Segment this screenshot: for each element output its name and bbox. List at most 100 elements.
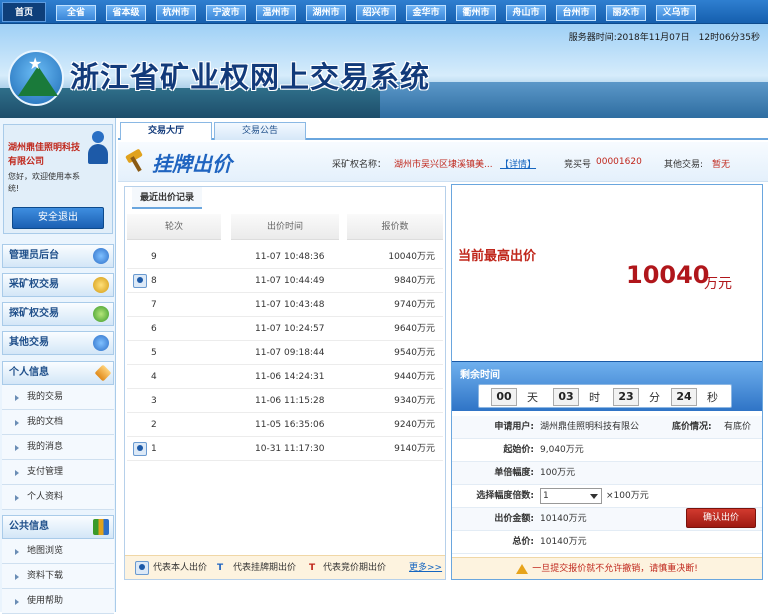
home-tab[interactable]: 首页 xyxy=(2,2,46,22)
region-btn-all[interactable]: 全省 xyxy=(56,5,96,21)
round-cell: 7 xyxy=(151,300,157,310)
chevron-down-icon xyxy=(590,494,598,499)
sidebar-public-label: 公共信息 xyxy=(9,521,49,532)
sidebar-exploration-rights[interactable]: 探矿权交易 xyxy=(2,302,114,326)
countdown-hours: 03 xyxy=(553,388,579,406)
region-btn-yiwu[interactable]: 义乌市 xyxy=(656,5,696,21)
time-cell: 11-07 09:18:44 xyxy=(255,348,325,358)
multiple-select[interactable]: 1 xyxy=(540,488,602,504)
sidebar-item-my-trades[interactable]: 我的交易 xyxy=(2,385,114,410)
bid-number: 00001620 xyxy=(596,157,642,167)
warning-icon xyxy=(516,563,529,574)
sidebar-exploration-label: 探矿权交易 xyxy=(9,308,59,319)
seconds-unit: 秒 xyxy=(707,391,718,404)
sidebar-item-my-documents[interactable]: 我的文档 xyxy=(2,410,114,435)
sidebar-item-profile[interactable]: 个人资料 xyxy=(2,485,114,510)
region-btn-huzhou[interactable]: 湖州市 xyxy=(306,5,346,21)
region-btn-shaoxing[interactable]: 绍兴市 xyxy=(356,5,396,21)
time-cell: 11-07 10:43:48 xyxy=(255,300,325,310)
price-cell: 10040万元 xyxy=(388,252,435,262)
more-link[interactable]: 更多>> xyxy=(409,556,442,580)
table-row: 3 11-06 11:15:28 9340万元 xyxy=(127,389,443,413)
round-cell: 2 xyxy=(151,420,157,430)
table-row: 6 11-07 10:24:57 9640万元 xyxy=(127,317,443,341)
bid-records-panel: 最近出价记录 轮次 出价时间 报价数 9 11-07 10:48:36 10040万… xyxy=(124,186,446,580)
round-cell: 8 xyxy=(151,276,157,286)
round-cell: 3 xyxy=(151,396,157,406)
sidebar-other-trades[interactable]: 其他交易 xyxy=(2,331,114,355)
sidebar-mining-label: 采矿权交易 xyxy=(9,279,59,290)
col-round: 轮次 xyxy=(127,214,221,240)
sidebar: 湖州鼎佳照明科技有限公司 您好，欢迎使用本系统! 安全退出 管理员后台 采矿权交… xyxy=(0,118,116,614)
region-btn-hangzhou[interactable]: 杭州市 xyxy=(156,5,196,21)
diamond-icon xyxy=(94,364,112,382)
price-cell: 9140万元 xyxy=(394,444,435,454)
top-nav-bar: 首页 全省 省本级 杭州市 宁波市 温州市 湖州市 绍兴市 金华市 衢州市 舟山… xyxy=(0,0,768,24)
round-cell: 9 xyxy=(151,252,157,262)
sidebar-public-info[interactable]: 公共信息 xyxy=(2,515,114,539)
legend-self: 代表本人出价 xyxy=(153,563,208,573)
round-cell: 6 xyxy=(151,324,157,334)
legend-auction: 代表竞价期出价 xyxy=(323,563,387,573)
tab-recent-bids[interactable]: 最近出价记录 xyxy=(132,187,202,209)
sidebar-item-downloads[interactable]: 资料下载 xyxy=(2,564,114,589)
multiple-label: 选择幅度倍数: xyxy=(476,491,534,501)
region-btn-jinhua[interactable]: 金华市 xyxy=(406,5,446,21)
table-row: 8 11-07 10:44:49 9840万元 xyxy=(127,269,443,293)
region-btn-ningbo[interactable]: 宁波市 xyxy=(206,5,246,21)
region-btn-quzhou[interactable]: 衢州市 xyxy=(456,5,496,21)
tab-trading-hall[interactable]: 交易大厅 xyxy=(120,122,212,140)
banner: ★ 浙江省矿业权网上交易系统 服务器时间:2018年11月07日 12时06分3… xyxy=(0,24,768,118)
remaining-time-bar: 剩余时间 00 天 03 时 23 分 24 秒 xyxy=(452,361,762,411)
sidebar-item-payment[interactable]: 支付管理 xyxy=(2,460,114,485)
table-row: 1 10-31 11:17:30 9140万元 xyxy=(127,437,443,461)
multiple-select-value: 1 xyxy=(543,491,549,501)
time-cell: 11-07 10:48:36 xyxy=(255,252,325,262)
step-value: 100万元 xyxy=(540,468,576,478)
applicant-label: 申请用户: xyxy=(494,422,534,432)
sidebar-admin[interactable]: 管理员后台 xyxy=(2,244,114,268)
self-bid-icon xyxy=(133,442,147,456)
amount-label: 出价金额: xyxy=(494,514,534,524)
legend-listing: 代表挂牌期出价 xyxy=(233,563,297,573)
highest-bid-unit: 万元 xyxy=(704,276,732,292)
search-icon xyxy=(93,248,109,264)
tab-announcements[interactable]: 交易公告 xyxy=(214,122,306,140)
bid-number-label: 竞买号 xyxy=(564,160,592,170)
server-time: 服务器时间:2018年11月07日 12时06分35秒 xyxy=(568,33,760,43)
sidebar-item-map[interactable]: 地图浏览 xyxy=(2,539,114,564)
region-btn-wenzhou[interactable]: 温州市 xyxy=(256,5,296,21)
region-btn-taizhou[interactable]: 台州市 xyxy=(556,5,596,21)
sidebar-personal-info[interactable]: 个人信息 xyxy=(2,361,114,385)
price-cell: 9540万元 xyxy=(394,348,435,358)
days-unit: 天 xyxy=(527,391,538,404)
applicant-name: 湖州鼎佳照明科技有限公 xyxy=(540,422,640,432)
detail-link[interactable]: 【详情】 xyxy=(500,157,536,170)
mine-name: 湖州市吴兴区埭溪镇美... xyxy=(394,160,493,170)
site-logo: ★ xyxy=(8,50,64,106)
sidebar-item-my-messages[interactable]: 我的消息 xyxy=(2,435,114,460)
applicant-row: 申请用户: 湖州鼎佳照明科技有限公 底价情况: 有底价 xyxy=(452,416,762,439)
minutes-unit: 分 xyxy=(649,391,660,404)
price-cell: 9740万元 xyxy=(394,300,435,310)
user-avatar-icon xyxy=(86,131,110,165)
region-btn-zhoushan[interactable]: 舟山市 xyxy=(506,5,546,21)
globe-search-icon xyxy=(93,306,109,322)
listing-title: 挂牌出价 xyxy=(152,152,232,176)
main-tabs: 交易大厅 交易公告 xyxy=(118,120,768,140)
time-cell: 11-07 10:24:57 xyxy=(255,324,325,334)
countdown-seconds: 24 xyxy=(671,388,697,406)
confirm-bid-button[interactable]: 确认出价 xyxy=(686,508,756,528)
time-cell: 11-06 11:15:28 xyxy=(255,396,325,406)
legend-auction-mark: T xyxy=(309,563,316,573)
price-cell: 9440万元 xyxy=(394,372,435,382)
price-cell: 9240万元 xyxy=(394,420,435,430)
logout-button[interactable]: 安全退出 xyxy=(12,207,104,229)
sidebar-mining-rights[interactable]: 采矿权交易 xyxy=(2,273,114,297)
region-btn-lishui[interactable]: 丽水市 xyxy=(606,5,646,21)
round-cell: 4 xyxy=(151,372,157,382)
region-btn-province[interactable]: 省本级 xyxy=(106,5,146,21)
total-value: 10140万元 xyxy=(540,537,587,547)
sidebar-item-help[interactable]: 使用帮助 xyxy=(2,589,114,614)
time-cell: 11-07 10:44:49 xyxy=(255,276,325,286)
